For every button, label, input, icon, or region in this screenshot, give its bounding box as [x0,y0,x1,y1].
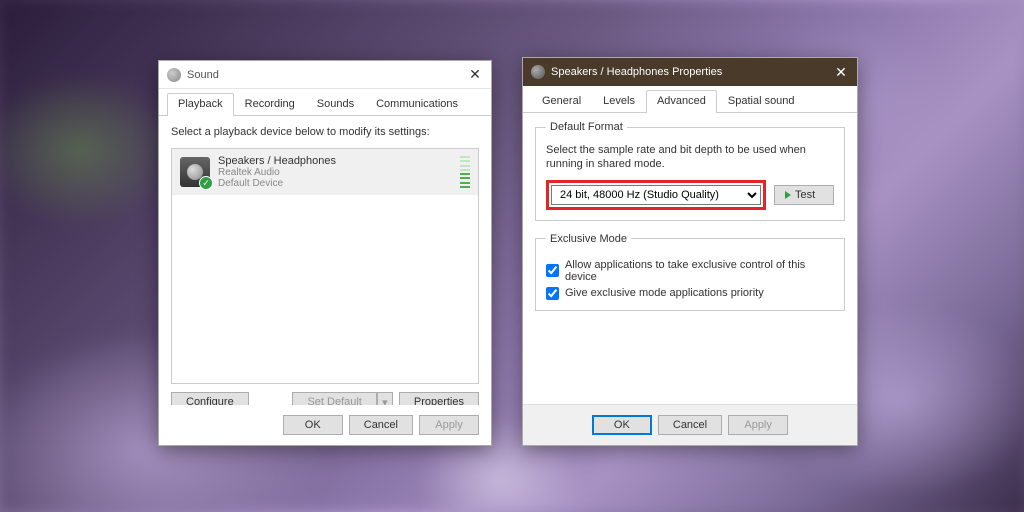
close-icon[interactable]: ✕ [833,64,849,80]
tab-strip: Playback Recording Sounds Communications [159,89,491,116]
dialog-footer: OK Cancel Apply [159,405,491,445]
tab-playback[interactable]: Playback [167,93,234,116]
tab-strip: General Levels Advanced Spatial sound [523,86,857,113]
cancel-button[interactable]: Cancel [349,415,413,435]
default-format-group: Default Format Select the sample rate an… [535,121,845,221]
checkbox-input[interactable] [546,264,559,277]
cancel-button[interactable]: Cancel [658,415,722,435]
device-item[interactable]: ✓ Speakers / Headphones Realtek Audio De… [172,149,478,195]
speaker-icon [531,65,545,79]
titlebar[interactable]: Sound ✕ [159,61,491,89]
tab-content: Select a playback device below to modify… [159,116,491,423]
close-icon[interactable]: ✕ [467,67,483,83]
apply-button[interactable]: Apply [419,415,479,435]
device-name: Speakers / Headphones [218,155,454,167]
format-select[interactable]: 24 bit, 48000 Hz (Studio Quality) [551,185,761,205]
checkbox-label: Allow applications to take exclusive con… [565,259,834,283]
titlebar[interactable]: Speakers / Headphones Properties ✕ [523,58,857,86]
format-highlight: 24 bit, 48000 Hz (Studio Quality) [546,180,766,210]
apply-button[interactable]: Apply [728,415,788,435]
tab-sounds[interactable]: Sounds [306,93,365,115]
default-format-legend: Default Format [546,121,627,133]
dialog-footer: OK Cancel Apply [523,404,857,445]
device-status: Default Device [218,178,454,189]
exclusive-mode-legend: Exclusive Mode [546,233,631,245]
ok-button[interactable]: OK [592,415,652,435]
allow-exclusive-checkbox[interactable]: Allow applications to take exclusive con… [546,259,834,283]
speaker-icon [167,68,181,82]
window-title: Sound [187,69,467,81]
ok-button[interactable]: OK [283,415,343,435]
window-title: Speakers / Headphones Properties [551,66,833,78]
instruction-text: Select a playback device below to modify… [171,126,479,138]
default-format-desc: Select the sample rate and bit depth to … [546,143,834,172]
tab-advanced[interactable]: Advanced [646,90,717,113]
default-check-icon: ✓ [199,176,213,190]
properties-window: Speakers / Headphones Properties ✕ Gener… [522,57,858,446]
sound-window: Sound ✕ Playback Recording Sounds Commun… [158,60,492,446]
exclusive-mode-group: Exclusive Mode Allow applications to tak… [535,233,845,311]
level-meter [460,156,470,188]
play-icon [785,191,791,199]
device-list[interactable]: ✓ Speakers / Headphones Realtek Audio De… [171,148,479,384]
checkbox-input[interactable] [546,287,559,300]
tab-recording[interactable]: Recording [234,93,306,115]
exclusive-priority-checkbox[interactable]: Give exclusive mode applications priorit… [546,287,834,300]
tab-levels[interactable]: Levels [592,90,646,112]
tab-communications[interactable]: Communications [365,93,469,115]
test-label: Test [795,189,815,201]
device-speaker-icon: ✓ [180,157,210,187]
test-button[interactable]: Test [774,185,834,205]
device-driver: Realtek Audio [218,167,454,178]
tab-general[interactable]: General [531,90,592,112]
device-info: Speakers / Headphones Realtek Audio Defa… [218,155,454,189]
tab-spatial-sound[interactable]: Spatial sound [717,90,806,112]
checkbox-label: Give exclusive mode applications priorit… [565,287,764,299]
tab-content: Default Format Select the sample rate an… [523,113,857,444]
